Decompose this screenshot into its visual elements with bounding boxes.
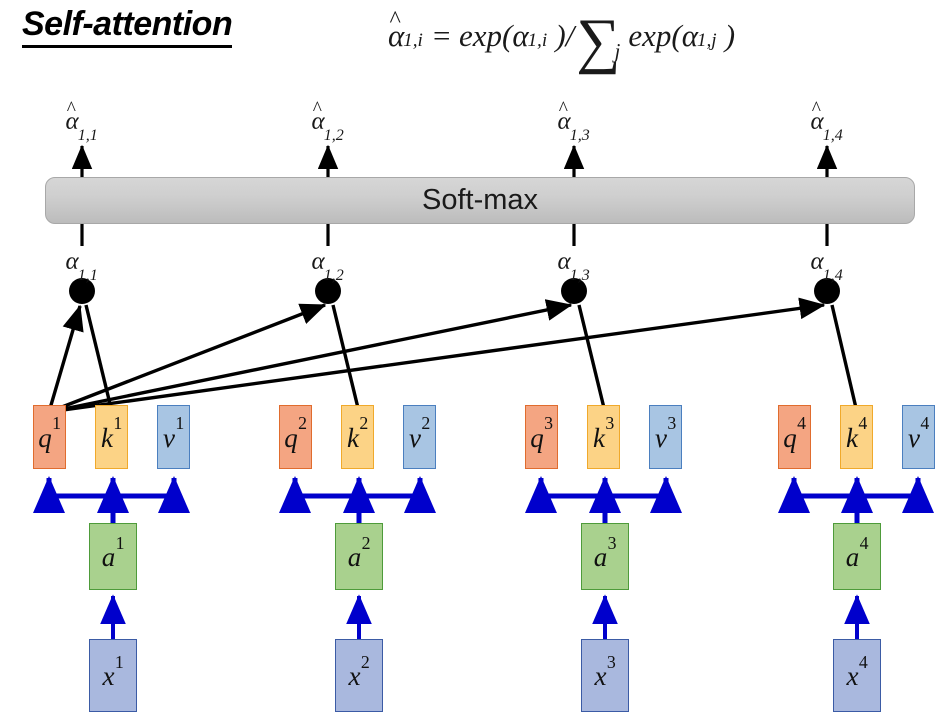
query-superscript: 3 <box>544 413 554 434</box>
query-superscript: 4 <box>797 413 807 434</box>
score-label-sub: 1,4 <box>822 266 843 284</box>
query-fanout-lines <box>47 297 826 414</box>
value-superscript: 3 <box>667 413 677 434</box>
value-symbol: v <box>163 422 176 453</box>
self-attention-diagram: Self-attention ^ α 1,i = exp(α 1,i) / ∑ j e… <box>0 0 946 725</box>
input-superscript: 2 <box>360 651 370 672</box>
value-box-4[interactable]: v4 <box>902 405 935 469</box>
key-superscript: 4 <box>858 413 868 434</box>
hat-accent-icon: ^ <box>312 98 322 120</box>
embedding-symbol: a <box>347 542 362 572</box>
input-to-embedding-arrows <box>100 594 870 639</box>
key-box-3[interactable]: k3 <box>587 405 620 469</box>
key-symbol: k <box>846 422 859 453</box>
score-label-2: α1,2 <box>311 248 344 284</box>
score-label-3: α1,3 <box>557 248 590 284</box>
key-superscript: 3 <box>605 413 615 434</box>
output-label-3: ^ α1,3 <box>557 100 590 144</box>
score-label-4: α1,4 <box>810 248 843 284</box>
softmax-block[interactable]: Soft-max <box>45 177 915 224</box>
hat-accent-icon: ^ <box>811 98 821 120</box>
input-symbol: x <box>348 661 361 691</box>
input-superscript: 4 <box>858 651 868 672</box>
hat-accent-icon: ^ <box>66 98 76 120</box>
embedding-box-3[interactable]: a3 <box>581 523 629 590</box>
embedding-superscript: 4 <box>859 532 869 553</box>
value-box-2[interactable]: v2 <box>403 405 436 469</box>
key-superscript: 2 <box>359 413 369 434</box>
query-box-3[interactable]: q3 <box>525 405 558 469</box>
projection-bus-col-4 <box>777 476 934 523</box>
input-superscript: 3 <box>606 651 616 672</box>
key-symbol: k <box>593 422 606 453</box>
value-superscript: 2 <box>421 413 431 434</box>
query-superscript: 2 <box>298 413 308 434</box>
key-symbol: k <box>347 422 360 453</box>
value-symbol: v <box>908 422 921 453</box>
input-symbol: x <box>102 661 115 691</box>
projection-bus-col-2 <box>278 476 436 523</box>
projection-bus-col-1 <box>32 476 190 523</box>
softmax-output-arrows <box>71 144 838 177</box>
output-label-1: ^ α1,1 <box>65 100 98 144</box>
softmax-input-stubs <box>80 224 829 246</box>
query-box-1[interactable]: q1 <box>33 405 66 469</box>
output-label-4: ^ α1,4 <box>810 100 843 144</box>
input-symbol: x <box>846 661 859 691</box>
embedding-box-4[interactable]: a4 <box>833 523 881 590</box>
key-box-2[interactable]: k2 <box>341 405 374 469</box>
query-symbol: q <box>530 422 544 453</box>
value-superscript: 1 <box>175 413 185 434</box>
embedding-superscript: 1 <box>115 532 125 553</box>
output-label-sub: 1,3 <box>569 126 590 144</box>
score-label-1: α1,1 <box>65 248 98 284</box>
embedding-box-1[interactable]: a1 <box>89 523 137 590</box>
score-label-sub: 1,3 <box>569 266 590 284</box>
projection-bus-col-3 <box>524 476 682 523</box>
query-symbol: q <box>38 422 52 453</box>
embedding-symbol: a <box>845 542 860 572</box>
output-label-sub: 1,4 <box>822 126 843 144</box>
output-label-sub: 1,1 <box>77 126 98 144</box>
input-box-2[interactable]: x2 <box>335 639 383 712</box>
embedding-symbol: a <box>101 542 116 572</box>
attention-score-dots <box>69 278 840 304</box>
value-symbol: v <box>409 422 422 453</box>
query-box-2[interactable]: q2 <box>279 405 312 469</box>
hat-accent-icon: ^ <box>558 98 568 120</box>
score-label-sub: 1,1 <box>77 266 98 284</box>
input-superscript: 1 <box>114 651 124 672</box>
input-box-4[interactable]: x4 <box>833 639 881 712</box>
embedding-symbol: a <box>593 542 608 572</box>
query-symbol: q <box>783 422 797 453</box>
value-superscript: 4 <box>920 413 930 434</box>
value-box-3[interactable]: v3 <box>649 405 682 469</box>
input-box-3[interactable]: x3 <box>581 639 629 712</box>
key-superscript: 1 <box>113 413 123 434</box>
score-label-sub: 1,2 <box>323 266 344 284</box>
input-box-1[interactable]: x1 <box>89 639 137 712</box>
softmax-label: Soft-max <box>421 184 539 216</box>
query-symbol: q <box>284 422 298 453</box>
key-box-1[interactable]: k1 <box>95 405 128 469</box>
embedding-superscript: 2 <box>361 532 371 553</box>
embedding-box-2[interactable]: a2 <box>335 523 383 590</box>
key-box-4[interactable]: k4 <box>840 405 873 469</box>
output-label-2: ^ α1,2 <box>311 100 344 144</box>
value-symbol: v <box>655 422 668 453</box>
key-symbol: k <box>101 422 114 453</box>
query-box-4[interactable]: q4 <box>778 405 811 469</box>
input-symbol: x <box>594 661 607 691</box>
output-label-sub: 1,2 <box>323 126 344 144</box>
query-superscript: 1 <box>52 413 62 434</box>
connections-layer <box>32 144 934 639</box>
value-box-1[interactable]: v1 <box>157 405 190 469</box>
embedding-superscript: 3 <box>607 532 617 553</box>
